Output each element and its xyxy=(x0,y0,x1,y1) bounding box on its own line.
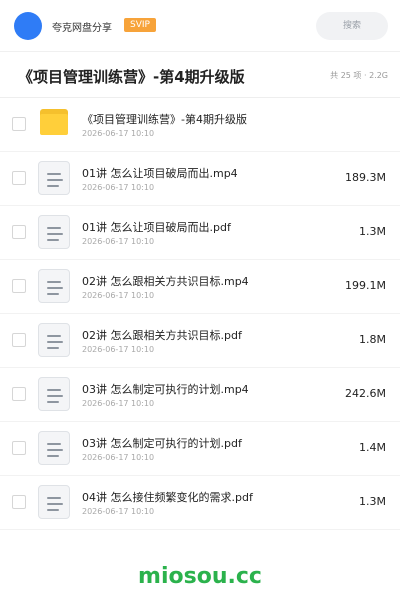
file-date: 2026-06-17 10:10 xyxy=(82,129,155,138)
file-size: 242.6M xyxy=(345,387,386,400)
file-name: 01讲 怎么让项目破局而出.mp4 xyxy=(82,167,238,180)
list-item[interactable]: 01讲 怎么让项目破局而出.pdf 2026-06-17 10:10 1.3M xyxy=(0,206,400,260)
file-size: 1.8M xyxy=(359,333,386,346)
file-date: 2026-06-17 10:10 xyxy=(82,399,155,408)
document-icon xyxy=(38,161,70,195)
top-header: 夸克网盘分享 SVIP 搜索 xyxy=(0,0,400,52)
file-name: 02讲 怎么跟相关方共识目标.mp4 xyxy=(82,275,249,288)
document-icon xyxy=(38,431,70,465)
file-name: 03讲 怎么制定可执行的计划.pdf xyxy=(82,437,242,450)
file-date: 2026-06-17 10:10 xyxy=(82,291,155,300)
row-checkbox[interactable] xyxy=(12,117,26,131)
file-size: 189.3M xyxy=(345,171,386,184)
svip-badge: SVIP xyxy=(124,18,156,32)
document-icon xyxy=(38,377,70,411)
row-checkbox[interactable] xyxy=(12,171,26,185)
row-checkbox[interactable] xyxy=(12,225,26,239)
list-item[interactable]: 01讲 怎么让项目破局而出.mp4 2026-06-17 10:10 189.3… xyxy=(0,152,400,206)
list-item[interactable]: 02讲 怎么跟相关方共识目标.mp4 2026-06-17 10:10 199.… xyxy=(0,260,400,314)
document-icon xyxy=(38,269,70,303)
list-item[interactable]: 《项目管理训练营》-第4期升级版 2026-06-17 10:10 xyxy=(0,98,400,152)
list-item[interactable]: 03讲 怎么制定可执行的计划.pdf 2026-06-17 10:10 1.4M xyxy=(0,422,400,476)
file-name: 01讲 怎么让项目破局而出.pdf xyxy=(82,221,231,234)
item-count-size: 共 25 项 · 2.2G xyxy=(330,71,388,80)
file-size: 1.3M xyxy=(359,225,386,238)
file-name: 04讲 怎么接住频繁变化的需求.pdf xyxy=(82,491,253,504)
row-checkbox[interactable] xyxy=(12,333,26,347)
file-size: 199.1M xyxy=(345,279,386,292)
document-icon xyxy=(38,485,70,519)
row-checkbox[interactable] xyxy=(12,495,26,509)
title-bar: 《项目管理训练营》-第4期升级版 共 25 项 · 2.2G xyxy=(0,52,400,98)
file-size: 1.3M xyxy=(359,495,386,508)
avatar[interactable] xyxy=(14,12,42,40)
row-checkbox[interactable] xyxy=(12,279,26,293)
file-date: 2026-06-17 10:10 xyxy=(82,453,155,462)
list-item[interactable]: 02讲 怎么跟相关方共识目标.pdf 2026-06-17 10:10 1.8M xyxy=(0,314,400,368)
file-size: 1.4M xyxy=(359,441,386,454)
file-date: 2026-06-17 10:10 xyxy=(82,183,155,192)
row-checkbox[interactable] xyxy=(12,441,26,455)
share-owner-name: 夸克网盘分享 xyxy=(52,23,112,34)
file-name: 02讲 怎么跟相关方共识目标.pdf xyxy=(82,329,242,342)
folder-icon xyxy=(40,109,68,135)
row-checkbox[interactable] xyxy=(12,387,26,401)
document-icon xyxy=(38,323,70,357)
file-name: 03讲 怎么制定可执行的计划.mp4 xyxy=(82,383,249,396)
file-list: 《项目管理训练营》-第4期升级版 2026-06-17 10:10 01讲 怎么… xyxy=(0,98,400,530)
list-item[interactable]: 04讲 怎么接住频繁变化的需求.pdf 2026-06-17 10:10 1.3… xyxy=(0,476,400,530)
file-name: 《项目管理训练营》-第4期升级版 xyxy=(82,113,247,126)
file-date: 2026-06-17 10:10 xyxy=(82,345,155,354)
search-input[interactable]: 搜索 xyxy=(316,12,388,40)
list-item[interactable]: 03讲 怎么制定可执行的计划.mp4 2026-06-17 10:10 242.… xyxy=(0,368,400,422)
page-title: 《项目管理训练营》-第4期升级版 xyxy=(18,68,245,86)
file-date: 2026-06-17 10:10 xyxy=(82,237,155,246)
watermark-brand: miosou.cc xyxy=(138,564,262,589)
document-icon xyxy=(38,215,70,249)
file-date: 2026-06-17 10:10 xyxy=(82,507,155,516)
